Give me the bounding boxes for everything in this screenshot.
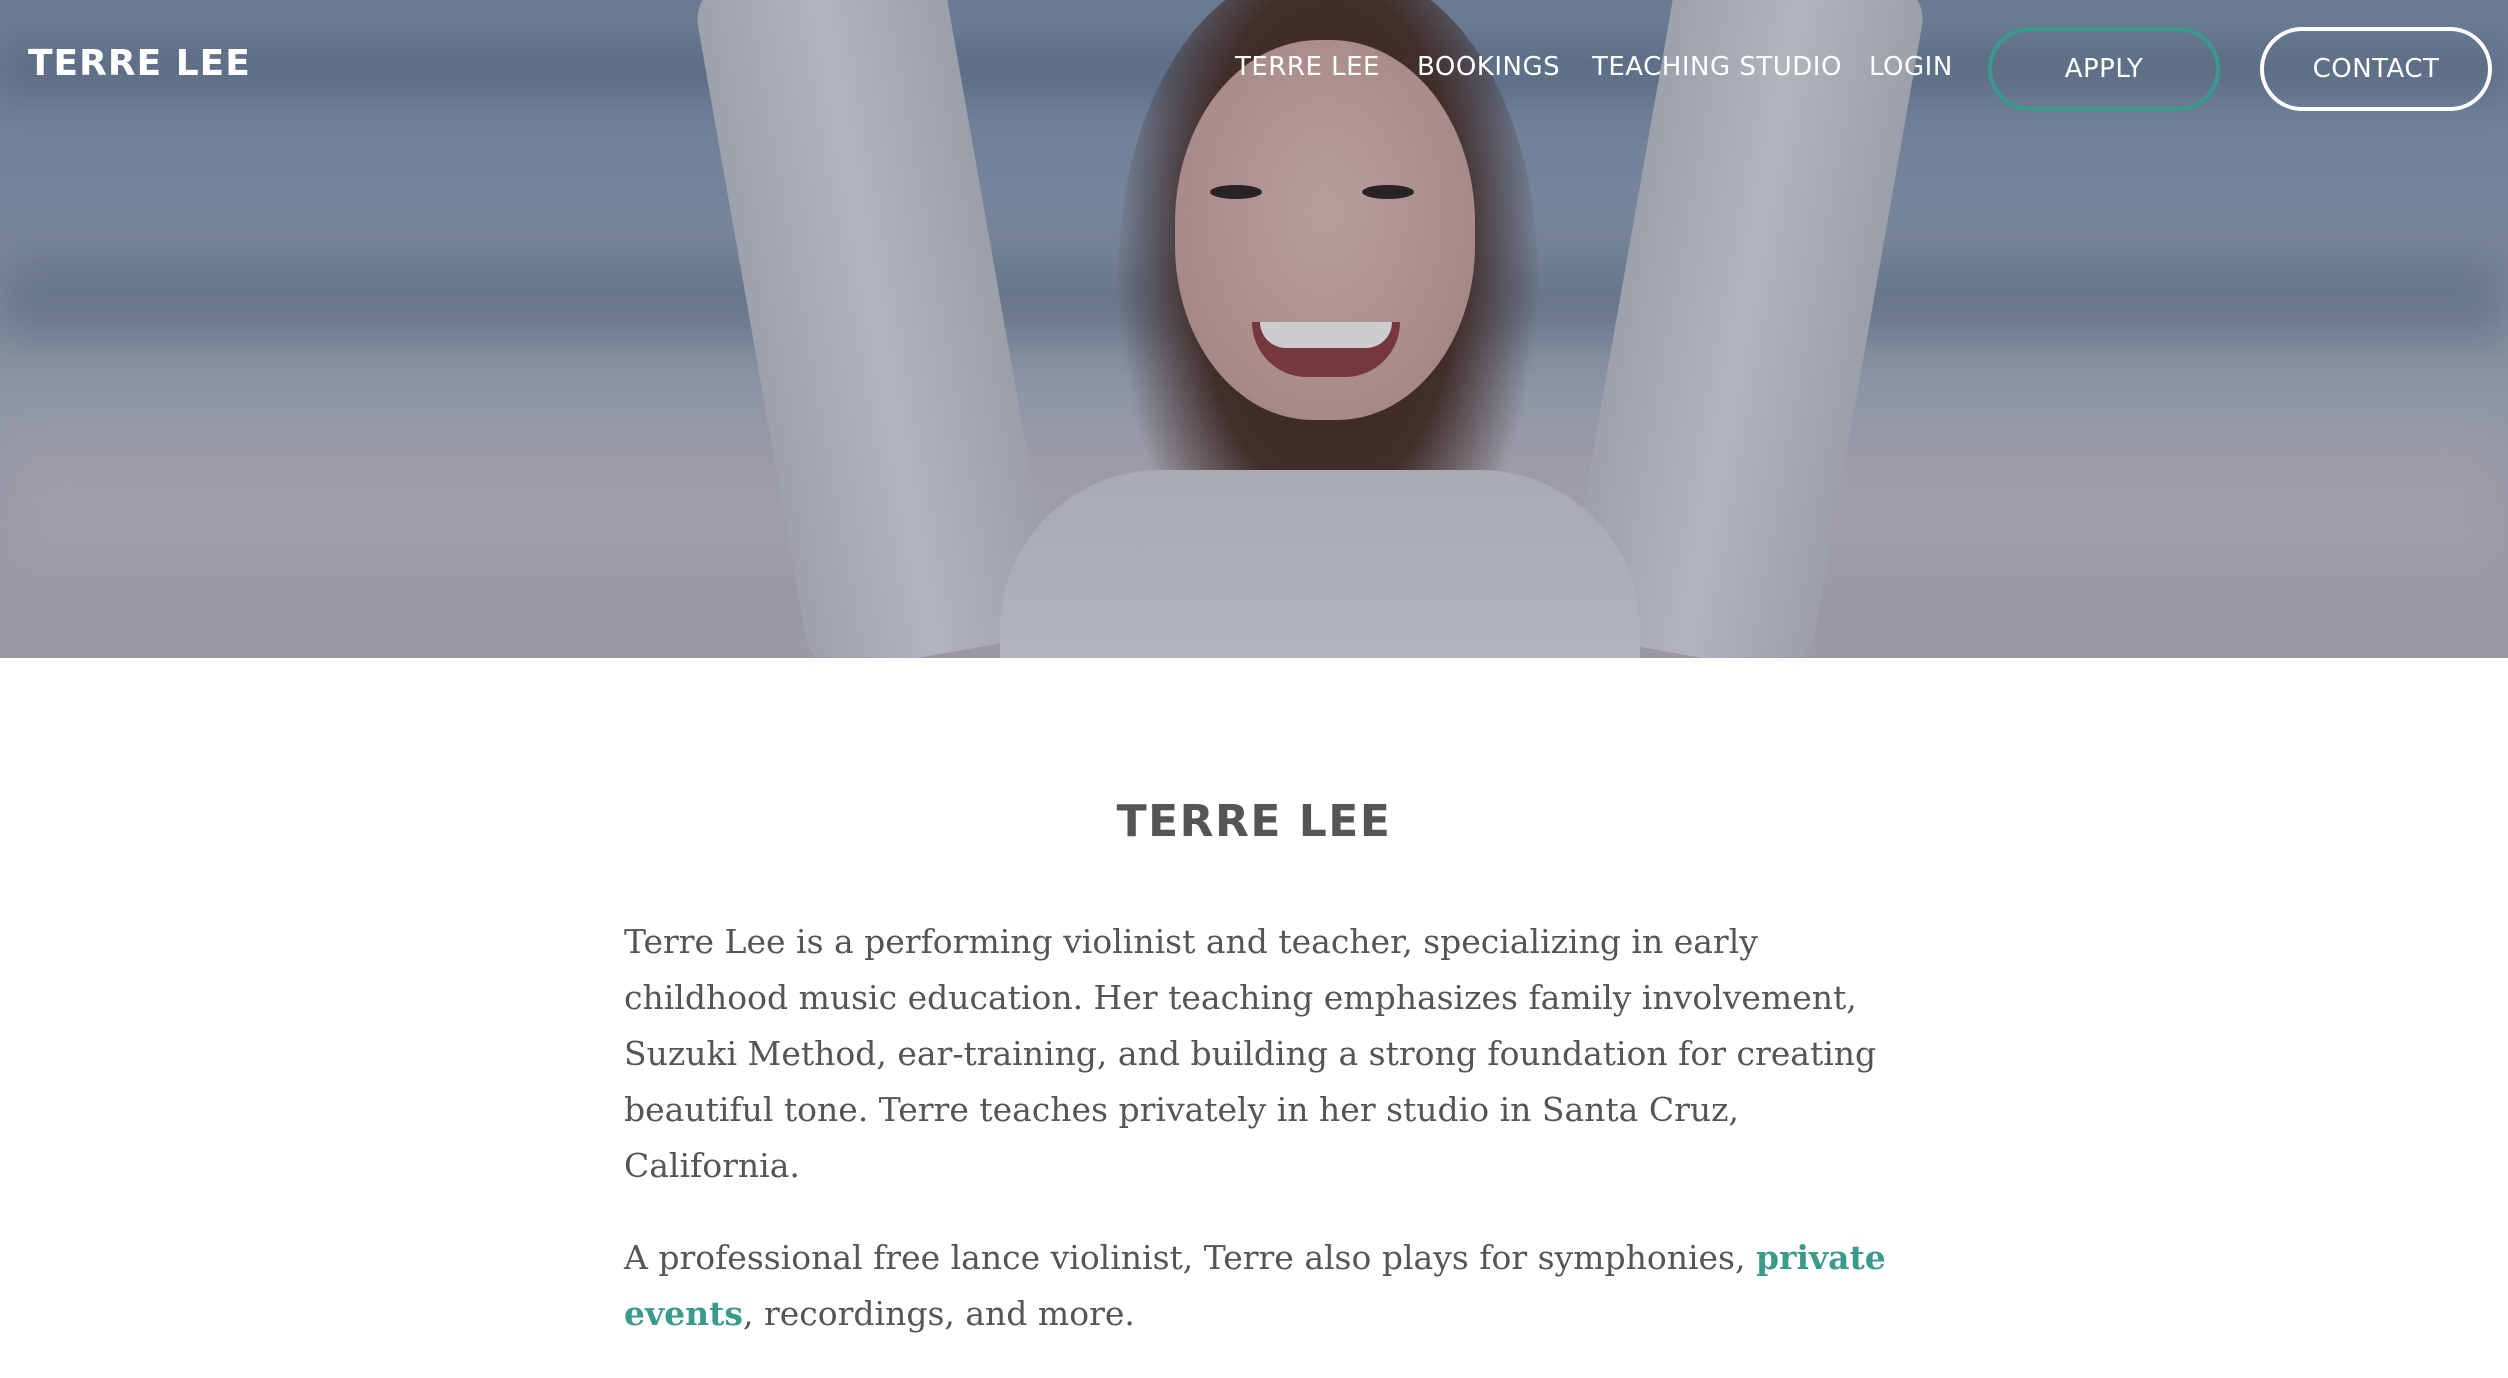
bio-paragraph-1: Terre Lee is a performing violinist and … [624,922,1877,1185]
contact-button[interactable]: CONTACT [2260,27,2492,111]
apply-button[interactable]: APPLY [1988,27,2220,111]
page-title: TERRE LEE [1116,796,1392,847]
nav-link-bookings[interactable]: BOOKINGS [1417,52,1560,82]
site-header: TERRE LEE TERRE LEE BOOKINGS TEACHING ST… [0,0,2508,136]
bio-paragraph-2-text: A professional free lance violinist, Ter… [624,1238,1756,1277]
main-content: TERRE LEE Terre Lee is a performing viol… [0,658,2508,1333]
nav-link-terre-lee[interactable]: TERRE LEE [1235,52,1380,82]
site-logo[interactable]: TERRE LEE [28,43,251,84]
nav-link-login[interactable]: LOGIN [1869,52,1953,82]
nav-link-teaching-studio[interactable]: TEACHING STUDIO [1592,52,1842,82]
bio-paragraph-2: A professional free lance violinist, Ter… [624,1230,1894,1342]
bio-text: Terre Lee is a performing violinist and … [624,914,1894,1378]
